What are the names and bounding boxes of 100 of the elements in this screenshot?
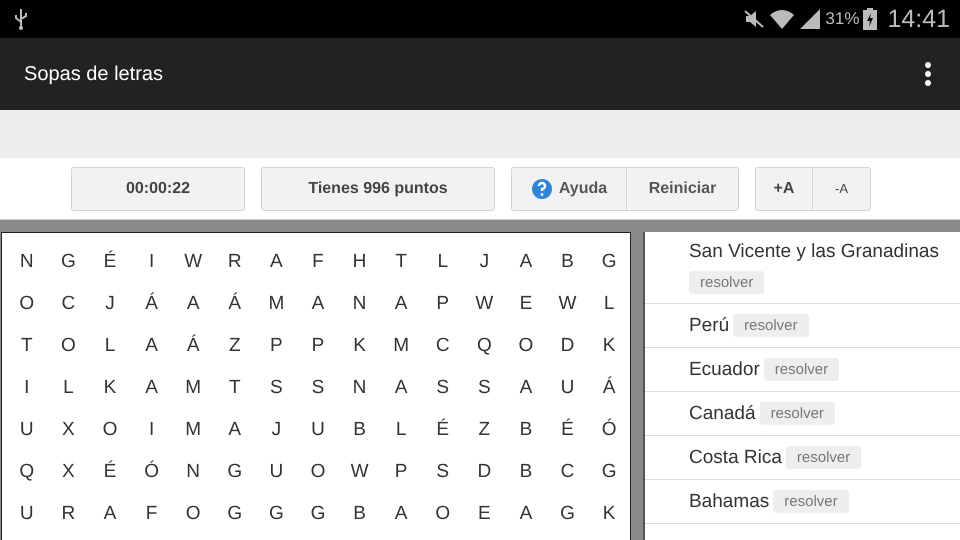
grid-letter[interactable]: K bbox=[338, 335, 380, 357]
grid-letter[interactable]: L bbox=[48, 377, 90, 399]
grid-letter[interactable]: U bbox=[256, 461, 298, 483]
grid-letter[interactable]: A bbox=[380, 377, 422, 399]
grid-letter[interactable]: B bbox=[505, 461, 547, 483]
grid-letter[interactable]: A bbox=[505, 503, 547, 525]
grid-letter[interactable]: B bbox=[505, 419, 547, 441]
restart-button[interactable]: Reiniciar bbox=[627, 166, 739, 210]
grid-letter[interactable]: J bbox=[256, 419, 298, 441]
grid-letter[interactable]: Á bbox=[588, 377, 630, 399]
grid-letter[interactable]: P bbox=[422, 293, 464, 315]
grid-letter[interactable]: K bbox=[588, 503, 630, 525]
grid-letter[interactable]: M bbox=[172, 377, 214, 399]
grid-letter[interactable]: L bbox=[588, 293, 630, 315]
grid-letter[interactable]: G bbox=[588, 251, 630, 273]
grid-letter[interactable]: R bbox=[214, 251, 256, 273]
grid-letter[interactable]: B bbox=[546, 251, 588, 273]
grid-letter[interactable]: K bbox=[588, 335, 630, 357]
grid-letter[interactable]: A bbox=[380, 293, 422, 315]
grid-letter[interactable]: M bbox=[172, 419, 214, 441]
grid-letter[interactable]: S bbox=[464, 377, 506, 399]
grid-letter[interactable]: D bbox=[546, 335, 588, 357]
grid-letter[interactable]: U bbox=[546, 377, 588, 399]
grid-letter[interactable]: T bbox=[6, 335, 48, 357]
help-button[interactable]: Ayuda bbox=[511, 166, 627, 210]
grid-letter[interactable]: L bbox=[422, 251, 464, 273]
grid-letter[interactable]: G bbox=[214, 503, 256, 525]
grid-letter[interactable]: Á bbox=[172, 335, 214, 357]
grid-letter[interactable]: N bbox=[172, 461, 214, 483]
grid-letter[interactable]: H bbox=[338, 251, 380, 273]
grid-letter[interactable]: G bbox=[588, 461, 630, 483]
grid-letter[interactable]: O bbox=[172, 503, 214, 525]
increase-font-button[interactable]: +A bbox=[755, 166, 813, 210]
grid-letter[interactable]: A bbox=[256, 251, 298, 273]
grid-letter[interactable]: S bbox=[422, 377, 464, 399]
grid-letter[interactable]: O bbox=[89, 419, 131, 441]
grid-letter[interactable]: I bbox=[130, 419, 172, 441]
grid-letter[interactable]: A bbox=[214, 419, 256, 441]
grid-letter[interactable]: X bbox=[48, 461, 90, 483]
grid-letter[interactable]: J bbox=[464, 251, 506, 273]
grid-letter[interactable]: K bbox=[89, 377, 131, 399]
grid-letter[interactable]: E bbox=[464, 503, 506, 525]
grid-letter[interactable]: A bbox=[297, 293, 339, 315]
grid-letter[interactable]: O bbox=[505, 335, 547, 357]
grid-letter[interactable]: É bbox=[546, 419, 588, 441]
grid-letter[interactable]: Q bbox=[464, 335, 506, 357]
grid-letter[interactable]: É bbox=[422, 419, 464, 441]
overflow-menu-icon[interactable] bbox=[924, 61, 932, 87]
grid-letter[interactable]: O bbox=[6, 293, 48, 315]
grid-letter[interactable]: O bbox=[422, 503, 464, 525]
grid-letter[interactable]: W bbox=[338, 461, 380, 483]
grid-letter[interactable]: É bbox=[89, 251, 131, 273]
grid-letter[interactable]: X bbox=[48, 419, 90, 441]
resolve-button[interactable]: resolver bbox=[764, 358, 840, 381]
grid-letter[interactable]: U bbox=[6, 419, 48, 441]
grid-letter[interactable]: G bbox=[214, 461, 256, 483]
grid-letter[interactable]: L bbox=[89, 335, 131, 357]
grid-letter[interactable]: P bbox=[380, 461, 422, 483]
grid-letter[interactable]: Z bbox=[464, 419, 506, 441]
grid-letter[interactable]: A bbox=[89, 503, 131, 525]
grid-letter[interactable]: G bbox=[256, 503, 298, 525]
grid-letter[interactable]: A bbox=[505, 251, 547, 273]
resolve-button[interactable]: resolver bbox=[773, 490, 849, 513]
grid-letter[interactable]: W bbox=[464, 293, 506, 315]
grid-letter[interactable]: M bbox=[256, 293, 298, 315]
grid-letter[interactable]: C bbox=[546, 461, 588, 483]
grid-letter[interactable]: M bbox=[380, 335, 422, 357]
grid-letter[interactable]: N bbox=[338, 293, 380, 315]
grid-letter[interactable]: U bbox=[6, 503, 48, 525]
grid-letter[interactable]: C bbox=[422, 335, 464, 357]
grid-letter[interactable]: A bbox=[130, 335, 172, 357]
grid-letter[interactable]: B bbox=[338, 503, 380, 525]
grid-letter[interactable]: I bbox=[6, 377, 48, 399]
grid-letter[interactable]: L bbox=[380, 419, 422, 441]
grid-letter[interactable]: T bbox=[214, 377, 256, 399]
grid-letter[interactable]: R bbox=[48, 503, 90, 525]
grid-letter[interactable]: I bbox=[130, 251, 172, 273]
resolve-button[interactable]: resolver bbox=[786, 446, 862, 469]
grid-letter[interactable]: Á bbox=[214, 293, 256, 315]
grid-letter[interactable]: N bbox=[338, 377, 380, 399]
grid-letter[interactable]: W bbox=[546, 293, 588, 315]
grid-letter[interactable]: C bbox=[48, 293, 90, 315]
grid-letter[interactable]: P bbox=[256, 335, 298, 357]
grid-letter[interactable]: A bbox=[172, 293, 214, 315]
grid-letter[interactable]: S bbox=[422, 461, 464, 483]
grid-letter[interactable]: P bbox=[297, 335, 339, 357]
resolve-button[interactable]: resolver bbox=[733, 314, 808, 337]
grid-letter[interactable]: B bbox=[338, 419, 380, 441]
grid-letter[interactable]: J bbox=[89, 293, 131, 315]
grid-letter[interactable]: W bbox=[172, 251, 214, 273]
grid-letter[interactable]: Ó bbox=[130, 461, 172, 483]
grid-letter[interactable]: U bbox=[297, 419, 339, 441]
grid-letter[interactable]: S bbox=[297, 377, 339, 399]
grid-letter[interactable]: F bbox=[297, 251, 339, 273]
grid-letter[interactable]: T bbox=[380, 251, 422, 273]
grid-letter[interactable]: A bbox=[380, 503, 422, 525]
grid-letter[interactable]: É bbox=[89, 461, 131, 483]
grid-letter[interactable]: A bbox=[505, 377, 547, 399]
grid-letter[interactable]: G bbox=[297, 503, 339, 525]
grid-letter[interactable]: O bbox=[297, 461, 339, 483]
